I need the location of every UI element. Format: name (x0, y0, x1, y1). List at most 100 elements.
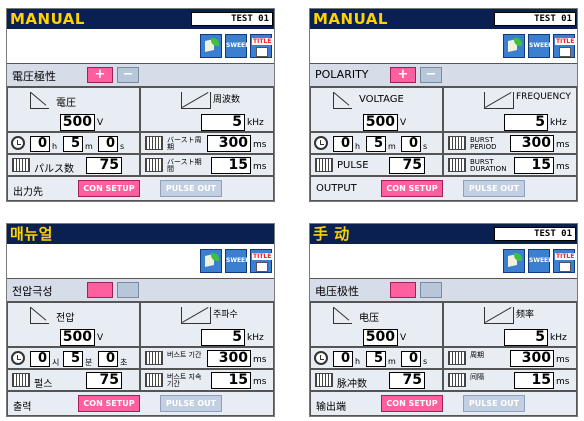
burst-duration-cell: バースト期間 15 ms (140, 154, 274, 176)
pulse-out-button[interactable]: PULSE OUT (463, 180, 525, 197)
burst-period-cell: 버스트 기간 300 ms (140, 347, 274, 369)
test-name-box[interactable]: TEST 01 (494, 227, 576, 241)
frequency-value[interactable]: 5 (201, 114, 245, 131)
parameter-grid: 电压 500 V 频率 5 kHz 0 h 5 m 0 s 周期 300 ms (310, 302, 577, 416)
burst-period-label: BURST PERIOD (470, 136, 497, 151)
voltage-waveform-icon (333, 92, 352, 109)
burst-duration-label: 버스트 지속기간 (167, 373, 202, 388)
time-hours-value[interactable]: 0 (30, 136, 50, 152)
frequency-waveform-icon (484, 307, 514, 324)
time-seconds-value[interactable]: 0 (401, 136, 421, 152)
frequency-value[interactable]: 5 (504, 114, 548, 131)
time-hours-value[interactable]: 0 (333, 136, 353, 152)
frequency-waveform-icon (181, 92, 211, 109)
frequency-label: 频率 (516, 310, 535, 320)
pulse-out-button[interactable]: PULSE OUT (160, 395, 222, 412)
burst-period-value[interactable]: 300 (510, 135, 554, 152)
con-setup-button[interactable]: CON SETUP (381, 395, 443, 412)
burst-duration-value[interactable]: 15 (211, 157, 251, 174)
frequency-value[interactable]: 5 (504, 329, 548, 346)
polarity-label: 電圧極性 (12, 70, 56, 83)
pulse-label: PULSE (337, 160, 369, 171)
pulse-value[interactable]: 75 (389, 157, 425, 174)
title-button[interactable]: TITLE (250, 249, 273, 273)
test-name-box[interactable]: TEST 01 (191, 12, 273, 26)
burst-period-value[interactable]: 300 (207, 350, 251, 367)
burst-duration-unit: ms (253, 377, 267, 387)
file-open-icon[interactable] (200, 249, 222, 273)
burst-period-value[interactable]: 300 (207, 135, 251, 152)
polarity-minus-button[interactable] (420, 282, 442, 298)
burst-duration-value[interactable]: 15 (211, 372, 251, 389)
file-open-icon[interactable] (200, 34, 222, 58)
pulse-value[interactable]: 75 (86, 372, 122, 389)
polarity-plus-button[interactable] (390, 282, 416, 298)
pulse-value[interactable]: 75 (86, 157, 122, 174)
output-label: OUTPUT (316, 183, 357, 194)
title-button[interactable]: TITLE (553, 34, 576, 58)
burst-duration-value[interactable]: 15 (514, 157, 554, 174)
burst-period-cell: バースト周期 300 ms (140, 132, 274, 154)
test-name-box[interactable]: TEST 01 (494, 12, 576, 26)
voltage-value[interactable]: 500 (60, 329, 95, 346)
toolbar: SWEEP TITLE (7, 29, 274, 64)
voltage-value[interactable]: 500 (60, 114, 95, 131)
minus-label: − (122, 67, 134, 82)
title-button[interactable]: TITLE (250, 34, 273, 58)
time-seconds-value[interactable]: 0 (98, 136, 118, 152)
voltage-value[interactable]: 500 (363, 329, 398, 346)
time-minutes-value[interactable]: 5 (63, 136, 83, 152)
con-setup-button[interactable]: CON SETUP (78, 180, 140, 197)
polarity-plus-button[interactable]: + (390, 67, 416, 83)
parameter-grid: 電圧 500 V 周波数 5 kHz 0 h 5 m 0 s バースト周期 30… (7, 87, 274, 201)
sweep-button[interactable]: SWEEP (225, 34, 250, 58)
title-button[interactable]: TITLE (553, 249, 576, 273)
burst-period-label: 周期 (470, 351, 484, 359)
pulse-value[interactable]: 75 (389, 372, 425, 389)
plus-label: + (94, 67, 106, 82)
time-seconds-value[interactable]: 0 (401, 351, 421, 367)
parameter-grid: 전압 500 V 주파수 5 kHz 0 시 5 분 0 초 버스트 기간 30… (7, 302, 274, 416)
frequency-value[interactable]: 5 (201, 329, 245, 346)
polarity-plus-button[interactable]: + (87, 67, 113, 83)
sweep-button[interactable]: SWEEP (528, 34, 553, 58)
pulse-out-button[interactable]: PULSE OUT (160, 180, 222, 197)
voltage-value[interactable]: 500 (363, 114, 398, 131)
time-hours-value[interactable]: 0 (333, 351, 353, 367)
pulse-cell: パルス数 75 (7, 154, 140, 176)
polarity-minus-button[interactable] (117, 282, 139, 298)
time-seconds-unit: s (423, 142, 428, 151)
burst-duration-unit: ms (556, 377, 570, 387)
toolbar: SWEEP TITLE (310, 244, 577, 279)
burst-duration-value[interactable]: 15 (514, 372, 554, 389)
voltage-unit: V (400, 118, 407, 128)
title-button-label: TITLE (252, 38, 273, 45)
time-minutes-value[interactable]: 5 (366, 136, 386, 152)
burst-period-value[interactable]: 300 (510, 350, 554, 367)
manual-panel-english: MANUAL TEST 01 SWEEP TITLE POLARITY + − … (309, 8, 578, 202)
pulse-out-button[interactable]: PULSE OUT (463, 395, 525, 412)
clock-icon (314, 136, 328, 150)
time-minutes-value[interactable]: 5 (63, 351, 83, 367)
time-seconds-value[interactable]: 0 (98, 351, 118, 367)
burst-duration-label: 间隔 (470, 373, 484, 381)
voltage-unit: V (97, 333, 104, 343)
con-setup-button[interactable]: CON SETUP (381, 180, 443, 197)
polarity-label: POLARITY (315, 68, 369, 81)
polarity-plus-button[interactable] (87, 282, 113, 298)
manual-panel-korean: 매뉴얼 SWEEP TITLE 전압극성 전압 500 V 주파수 5 kHz … (6, 223, 275, 417)
sweep-label: SWEEP (529, 257, 553, 264)
sweep-button[interactable]: SWEEP (528, 249, 553, 273)
polarity-minus-button[interactable]: − (117, 67, 139, 83)
pulse-cell: 脉冲数 75 (310, 369, 443, 391)
polarity-label: 电压极性 (315, 285, 359, 298)
sweep-button[interactable]: SWEEP (225, 249, 250, 273)
polarity-row: 电压极性 (310, 279, 577, 302)
file-open-icon[interactable] (503, 34, 525, 58)
file-open-icon[interactable] (503, 249, 525, 273)
time-hours-value[interactable]: 0 (30, 351, 50, 367)
time-minutes-value[interactable]: 5 (366, 351, 386, 367)
polarity-minus-button[interactable]: − (420, 67, 442, 83)
con-setup-button[interactable]: CON SETUP (78, 395, 140, 412)
voltage-waveform-icon (333, 307, 352, 324)
